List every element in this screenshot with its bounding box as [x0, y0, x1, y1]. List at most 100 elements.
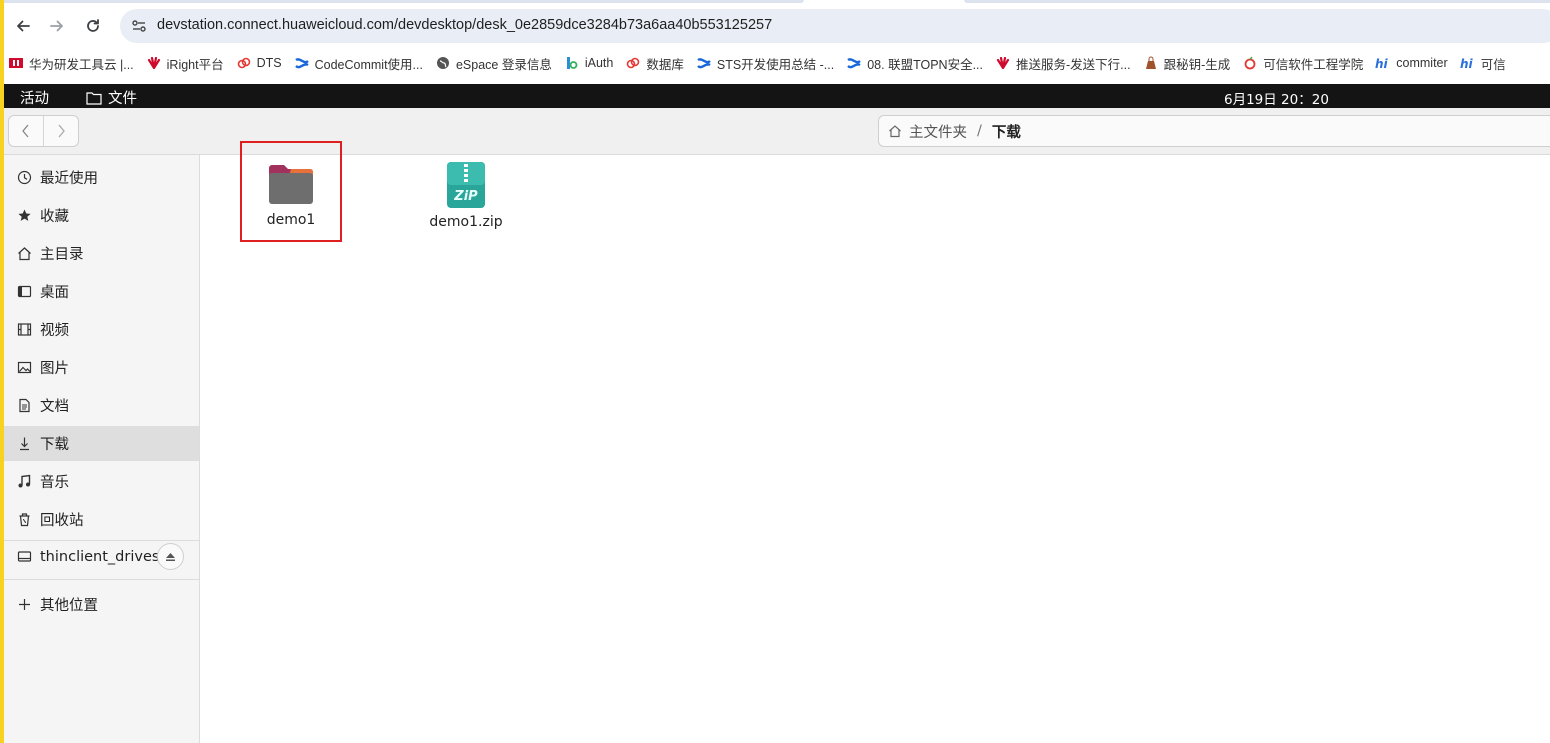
bookmark-label: 08. 联盟TOPN安全...	[867, 57, 983, 72]
sidebar-item-label: 回收站	[40, 513, 84, 529]
sidebar-item-label: 下载	[40, 437, 69, 453]
bookmark-label: iAuth	[584, 56, 614, 70]
bookmark-label: STS开发使用总结 -...	[716, 57, 835, 72]
sidebar-item-documents[interactable]: 文档	[4, 388, 199, 423]
bookmark-item[interactable]: hi commiter	[1375, 56, 1447, 70]
bookmark-item[interactable]: 数据库	[625, 54, 684, 73]
confluence-icon	[294, 56, 310, 70]
video-icon	[15, 321, 33, 339]
sidebar-item-label: 桌面	[40, 285, 69, 301]
path-current[interactable]: 下载	[992, 121, 1021, 142]
app-menu-label: 文件	[108, 91, 137, 107]
star-icon	[15, 207, 33, 225]
svg-text:hi: hi	[1460, 57, 1474, 69]
bookmark-item[interactable]: iRight平台	[146, 54, 224, 73]
clock[interactable]: 6月19日 20：20	[1224, 88, 1329, 108]
sidebar-item-starred[interactable]: 收藏	[4, 198, 199, 233]
apple-icon	[1242, 56, 1258, 70]
trash-icon	[15, 511, 33, 529]
history-nav	[8, 115, 79, 147]
sidebar-item-music[interactable]: 音乐	[4, 464, 199, 499]
back-chevron-icon[interactable]	[9, 116, 44, 146]
bookmark-label: 可信软件工程学院	[1263, 57, 1364, 72]
sidebar-item-pictures[interactable]: 图片	[4, 350, 199, 385]
cloud-link-icon	[236, 56, 252, 70]
hi-icon: hi	[1375, 56, 1391, 70]
hi-icon: hi	[1460, 56, 1476, 70]
download-icon	[15, 435, 33, 453]
plus-icon	[15, 596, 33, 614]
forward-arrow-icon[interactable]	[44, 13, 70, 39]
iauth-icon	[564, 56, 580, 70]
path-home[interactable]: 主文件夹	[909, 121, 967, 142]
back-arrow-icon[interactable]	[10, 13, 36, 39]
tab-strip	[4, 0, 1550, 4]
bookmark-label: 推送服务-发送下行...	[1016, 57, 1131, 72]
bookmark-item[interactable]: 推送服务-发送下行...	[995, 54, 1131, 73]
bookmark-item[interactable]: 华为研发工具云 |...	[8, 54, 134, 73]
sidebar-item-label: 其他位置	[40, 598, 98, 614]
files-header-bar: 主文件夹 / 下载	[4, 108, 1550, 155]
sidebar-divider	[4, 579, 199, 580]
globe-icon	[435, 56, 451, 70]
file-name: demo1.zip	[429, 214, 503, 230]
sidebar-item-label: thinclient_drives	[40, 548, 160, 565]
site-info-icon[interactable]	[130, 17, 148, 35]
sidebar-item-trash[interactable]: 回收站	[4, 502, 199, 537]
drive-icon	[15, 548, 33, 566]
bookmark-item[interactable]: 跟秘钥-生成	[1143, 54, 1231, 73]
file-view	[200, 155, 1550, 743]
bookmark-label: 数据库	[646, 57, 684, 72]
sidebar-item-label: 图片	[40, 361, 69, 377]
huawei-flower-icon	[995, 56, 1011, 70]
bookmark-item[interactable]: DTS	[236, 56, 282, 70]
gnome-top-bar: 活动 文件 6月19日 20：20	[4, 84, 1550, 108]
bookmark-label: iRight平台	[166, 57, 224, 72]
eject-icon[interactable]	[157, 543, 184, 570]
image-icon	[15, 359, 33, 377]
reload-icon[interactable]	[80, 13, 106, 39]
sidebar-item-label: 最近使用	[40, 171, 98, 187]
sidebar-item-label: 主目录	[40, 247, 84, 263]
svg-text:ZiP: ZiP	[453, 189, 478, 204]
sidebar-item-home[interactable]: 主目录	[4, 236, 199, 271]
path-separator: /	[977, 123, 982, 139]
forward-chevron-icon[interactable]	[44, 116, 79, 146]
bookmark-label: commiter	[1396, 56, 1448, 70]
home-icon	[887, 123, 903, 139]
bookmark-item[interactable]: eSpace 登录信息	[435, 54, 552, 73]
app-menu[interactable]: 文件	[86, 87, 137, 108]
bookmark-item[interactable]: 08. 联盟TOPN安全...	[846, 54, 983, 73]
sidebar-item-downloads[interactable]: 下载	[4, 426, 199, 461]
places-sidebar: 最近使用收藏主目录桌面视频图片文档下载音乐回收站 thinclient_drive…	[4, 155, 200, 743]
confluence-icon	[846, 56, 862, 70]
bookmark-item[interactable]: hi 可信	[1460, 54, 1506, 73]
bookmark-label: 华为研发工具云 |...	[29, 57, 134, 72]
document-icon	[15, 397, 33, 415]
bookmark-label: eSpace 登录信息	[455, 57, 552, 72]
cloud-link-icon	[625, 56, 641, 70]
bookmark-item[interactable]: 可信软件工程学院	[1242, 54, 1363, 73]
bookmark-item[interactable]: STS开发使用总结 -...	[696, 54, 834, 73]
bookmark-item[interactable]: CodeCommit使用...	[294, 54, 423, 73]
red-highlight-box	[240, 141, 342, 242]
sidebar-item-desktop[interactable]: 桌面	[4, 274, 199, 309]
sidebar-item-videos[interactable]: 视频	[4, 312, 199, 347]
bookmark-label: 跟秘钥-生成	[1163, 57, 1231, 72]
sidebar-item-other-locations[interactable]: 其他位置	[4, 587, 199, 622]
bookmarks-bar: 华为研发工具云 |... iRight平台 DTS CodeCommit使用... eS…	[8, 52, 1518, 74]
sidebar-item-recent[interactable]: 最近使用	[4, 160, 199, 195]
confluence-icon	[696, 56, 712, 70]
activities-button[interactable]: 活动	[20, 87, 49, 108]
svg-text:hi: hi	[1375, 57, 1389, 69]
address-bar[interactable]: devstation.connect.huaweicloud.com/devde…	[120, 9, 1550, 43]
bookmark-item[interactable]: iAuth	[564, 56, 614, 70]
desktop-icon	[15, 283, 33, 301]
sidebar-item-label: 收藏	[40, 209, 69, 225]
file-item-zip[interactable]: ZiP demo1.zip	[416, 162, 516, 230]
bookmark-label: 可信	[1480, 57, 1506, 72]
recent-icon	[15, 169, 33, 187]
url-text[interactable]: devstation.connect.huaweicloud.com/devde…	[157, 17, 772, 33]
bag-icon	[1143, 56, 1159, 70]
bookmark-label: CodeCommit使用...	[314, 57, 423, 72]
